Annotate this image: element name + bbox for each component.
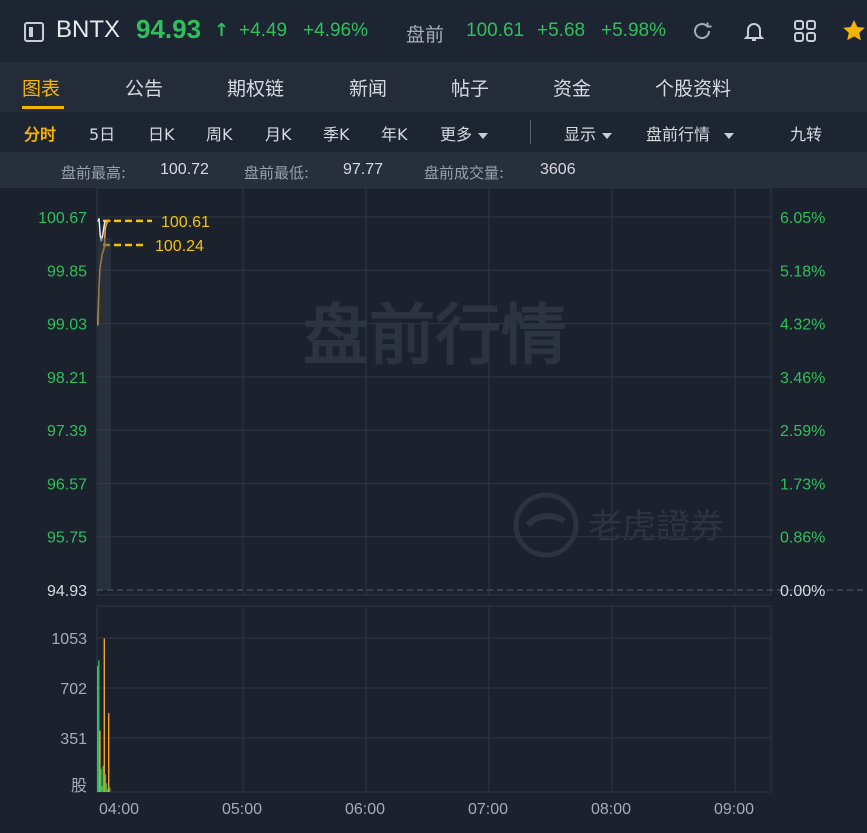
chart-watermark: 盘前行情 [303, 298, 567, 372]
pct-tick-label: 0.86% [780, 530, 825, 547]
chevron-down-icon [478, 132, 489, 139]
time-tick-label: 07:00 [468, 801, 508, 818]
last-price: 94.93 [136, 14, 202, 44]
volume-tick-label: 1053 [51, 631, 87, 648]
main-tabs: 图表 公告 期权链 新闻 帖子 资金 个股资料 [0, 62, 867, 112]
period-quarterly[interactable]: 季K [323, 121, 350, 145]
premarket-mode-label: 盘前行情 [646, 125, 711, 144]
reference-line-label: 100.24 [155, 238, 204, 255]
display-dropdown[interactable]: 显示 [564, 121, 613, 145]
low-value: 97.77 [343, 161, 384, 178]
period-5day[interactable]: 5日 [89, 121, 115, 145]
premarket-dropdown[interactable]: 盘前行情 [646, 121, 735, 145]
pct-tick-label: 2.59% [780, 423, 825, 440]
price-change: +4.49 [239, 20, 288, 41]
bell-icon[interactable] [741, 18, 767, 44]
chevron-down-icon [602, 132, 613, 139]
divider [530, 120, 531, 144]
tab-capital-flow[interactable]: 资金 [553, 74, 591, 101]
period-daily[interactable]: 日K [148, 121, 175, 145]
display-label: 显示 [564, 125, 597, 144]
brand-watermark: 老虎證券 [588, 508, 724, 546]
refresh-icon[interactable] [689, 18, 715, 44]
price-change-pct: +4.96% [303, 20, 368, 41]
price-tick-label: 99.85 [47, 263, 87, 280]
chart-grid [96, 187, 867, 793]
volume-panel-frame [96, 605, 772, 793]
premarket-label: 盘前 [406, 24, 445, 46]
tab-chart[interactable]: 图表 [22, 74, 60, 101]
price-tick-label: 100.67 [38, 210, 87, 227]
price-tick-label: 99.03 [47, 317, 87, 334]
high-label: 盘前最高: [61, 164, 127, 182]
sidebar-toggle-icon[interactable] [24, 22, 44, 42]
grid-icon[interactable] [792, 18, 818, 44]
volume-bar [109, 787, 111, 792]
nine-turn-button[interactable]: 九转 [790, 121, 822, 145]
time-tick-label: 09:00 [714, 801, 754, 818]
time-tick-label: 06:00 [345, 801, 385, 818]
chart-canvas: 盘前行情 老虎證券 100.67 99.85 99.03 98.21 97.39 96.5… [38, 187, 867, 818]
pct-tick-label: 1.73% [780, 476, 825, 493]
header-bar: BNTX 94.93 ↑ +4.49 +4.96% 盘前 100.61 +5.6… [0, 0, 867, 62]
volume-bar [103, 638, 105, 792]
low-label: 盘前最低: [244, 164, 310, 182]
volume-tick-label: 702 [60, 681, 87, 698]
period-intraday[interactable]: 分时 [24, 121, 56, 145]
time-tick-label: 04:00 [99, 801, 139, 818]
intraday-chart[interactable]: 盘前行情 老虎證券 100.67 99.85 99.03 98.21 97.39 96.5… [0, 187, 867, 833]
brand-logo-icon [513, 492, 579, 558]
premarket-change: +5.68 [537, 20, 586, 41]
pct-tick-label: 4.32% [780, 317, 825, 334]
period-monthly[interactable]: 月K [265, 121, 292, 145]
tab-options-chain[interactable]: 期权链 [227, 74, 284, 101]
period-bar: 分时 5日 日K 周K 月K 季K 年K 更多 显示 盘前行情 九转 [0, 112, 867, 152]
star-icon[interactable] [841, 18, 867, 44]
price-tick-label: 98.21 [47, 370, 87, 387]
time-tick-label: 05:00 [222, 801, 262, 818]
price-tick-label: 94.93 [47, 583, 87, 600]
pct-tick-label: 6.05% [780, 210, 825, 227]
premarket-price: 100.61 [466, 20, 525, 41]
tab-announcements[interactable]: 公告 [125, 74, 163, 101]
premarket-stats: 盘前最高: 100.72 盘前最低: 97.77 盘前成交量: 3606 [0, 152, 867, 188]
volume-bar [108, 713, 110, 792]
reference-line-label: 100.61 [161, 214, 210, 231]
tab-news[interactable]: 新闻 [349, 74, 387, 101]
price-tick-label: 95.75 [47, 530, 87, 547]
tab-posts[interactable]: 帖子 [451, 74, 489, 101]
period-weekly[interactable]: 周K [206, 121, 233, 145]
volume-label: 盘前成交量: [424, 164, 505, 182]
volume-value: 3606 [540, 161, 576, 178]
ticker-symbol: BNTX [56, 16, 121, 43]
tab-stock-profile[interactable]: 个股资料 [655, 74, 731, 101]
volume-unit-label: 股 [71, 777, 87, 795]
time-tick-label: 08:00 [591, 801, 631, 818]
high-value: 100.72 [160, 161, 209, 178]
up-arrow-icon: ↑ [214, 20, 230, 41]
period-yearly[interactable]: 年K [381, 121, 408, 145]
premarket-change-pct: +5.98% [601, 20, 666, 41]
pct-tick-label: 3.46% [780, 370, 825, 387]
price-area-shade [98, 238, 111, 590]
pct-tick-label: 0.00% [780, 583, 825, 600]
more-label: 更多 [440, 125, 473, 144]
more-dropdown[interactable]: 更多 [440, 121, 489, 145]
pct-tick-label: 5.18% [780, 263, 825, 280]
chevron-down-icon [724, 132, 735, 139]
active-tab-indicator [22, 106, 64, 109]
volume-tick-label: 351 [60, 731, 87, 748]
price-tick-label: 96.57 [47, 476, 87, 493]
price-tick-label: 97.39 [47, 423, 87, 440]
